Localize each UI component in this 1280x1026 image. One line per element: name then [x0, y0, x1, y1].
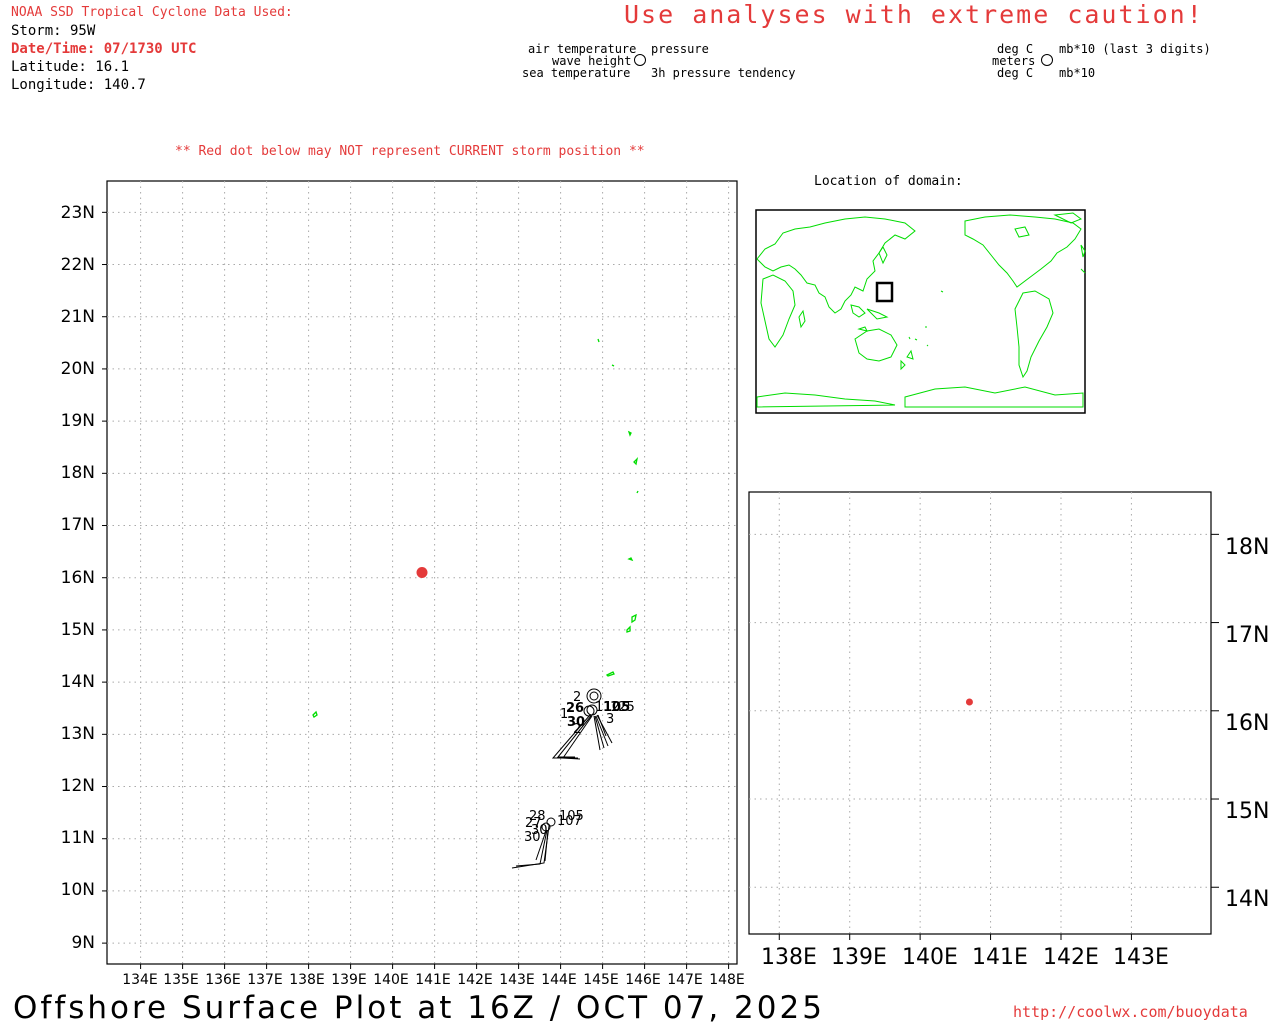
- plot-title: Offshore Surface Plot at 16Z / OCT 07, 2…: [13, 990, 825, 1026]
- storm-position-dot: [416, 567, 428, 578]
- lon-label: 142E: [1043, 945, 1099, 970]
- lat-label: 19N: [61, 411, 95, 431]
- lat-label: 15N: [1225, 799, 1269, 824]
- legend-pressure-tendency: 3h pressure tendency: [651, 66, 796, 80]
- lat-label: 12N: [61, 776, 95, 796]
- legend-units-mb-last3: mb*10 (last 3 digits): [1059, 42, 1211, 56]
- storm-position-dot: [965, 698, 973, 706]
- lat-label: 15N: [61, 620, 95, 640]
- station-value: 30: [524, 830, 541, 845]
- main-surface-map: 23N 22N 21N 20N 19N 18N 17N 16N 15N 14N …: [61, 180, 745, 988]
- lat-label: 9N: [71, 933, 95, 953]
- lat-label: 17N: [61, 515, 95, 535]
- lat-label: 18N: [1225, 535, 1269, 560]
- legend-units-mb10: mb*10: [1059, 66, 1096, 80]
- station-value: 2: [573, 722, 581, 737]
- station-value: 107: [557, 814, 582, 829]
- lon-label: 140E: [373, 972, 409, 988]
- lat-label: 14N: [1225, 887, 1269, 912]
- world-map-frame: [755, 209, 1086, 414]
- lat-label: 16N: [61, 568, 95, 588]
- lat-label: 17N: [1225, 623, 1269, 648]
- caution-banner: Use analyses with extreme caution!: [624, 0, 1204, 29]
- lat-label: 14N: [61, 672, 95, 692]
- lon-label: 142E: [457, 972, 493, 988]
- main-map-lon-labels: 134E 135E 136E 137E 138E 139E 140E 141E …: [122, 972, 745, 988]
- lon-label: 134E: [122, 972, 158, 988]
- zoom-map-lat-labels: 18N 17N 16N 15N 14N: [1225, 535, 1269, 912]
- zoom-map-lon-labels: 138E 139E 140E 141E 142E 143E: [761, 945, 1169, 970]
- lon-label: 147E: [667, 972, 703, 988]
- zoom-map-frame: [748, 491, 1212, 935]
- lon-label: 141E: [972, 945, 1028, 970]
- lat-label: 10N: [61, 880, 95, 900]
- lat-label: 11N: [61, 828, 95, 848]
- lon-label: 139E: [331, 972, 367, 988]
- world-locator-map: [755, 209, 1086, 414]
- lat-label: 20N: [61, 359, 95, 379]
- lon-label: 143E: [499, 972, 535, 988]
- lon-label: 146E: [625, 972, 661, 988]
- lon-label: 144E: [541, 972, 577, 988]
- legend-sea-temperature: sea temperature: [522, 66, 631, 80]
- station-value: 3: [606, 712, 614, 727]
- zoomed-storm-map: 18N 17N 16N 15N 14N 138E 139E 140E 141E …: [748, 491, 1269, 970]
- storm-id: Storm: 95W: [11, 23, 96, 39]
- storm-longitude: Longitude: 140.7: [11, 77, 146, 93]
- source-title: NOAA SSD Tropical Cyclone Data Used:: [11, 5, 293, 20]
- station-circle-icon: [1041, 54, 1053, 66]
- lat-label: 13N: [61, 724, 95, 744]
- lat-label: 18N: [61, 463, 95, 483]
- lon-label: 137E: [247, 972, 283, 988]
- lon-label: 141E: [415, 972, 451, 988]
- lon-label: 145E: [583, 972, 619, 988]
- lon-label: 135E: [163, 972, 199, 988]
- red-dot-warning: ** Red dot below may NOT represent CURRE…: [175, 144, 645, 159]
- lat-label: 22N: [61, 255, 95, 275]
- lon-label: 139E: [831, 945, 887, 970]
- lon-label: 138E: [761, 945, 817, 970]
- lon-label: 140E: [902, 945, 958, 970]
- storm-datetime: Date/Time: 07/1730 UTC: [11, 41, 197, 57]
- lon-label: 138E: [289, 972, 325, 988]
- station-value: 1: [560, 707, 568, 722]
- legend-pressure: pressure: [651, 42, 709, 56]
- inset-title: Location of domain:: [814, 174, 963, 189]
- lat-label: 21N: [61, 307, 95, 327]
- station-value: 26: [566, 701, 584, 716]
- station-circle-icon: [634, 54, 646, 66]
- lon-label: 143E: [1113, 945, 1169, 970]
- lat-label: 16N: [1225, 711, 1269, 736]
- source-url: http://coolwx.com/buoydata: [1013, 1003, 1248, 1021]
- lon-label: 136E: [205, 972, 241, 988]
- lat-label: 23N: [61, 203, 95, 223]
- legend-units-deg-c-bottom: deg C: [997, 66, 1034, 80]
- main-map-lat-labels: 23N 22N 21N 20N 19N 18N 17N 16N 15N 14N …: [61, 203, 95, 953]
- storm-latitude: Latitude: 16.1: [11, 59, 130, 75]
